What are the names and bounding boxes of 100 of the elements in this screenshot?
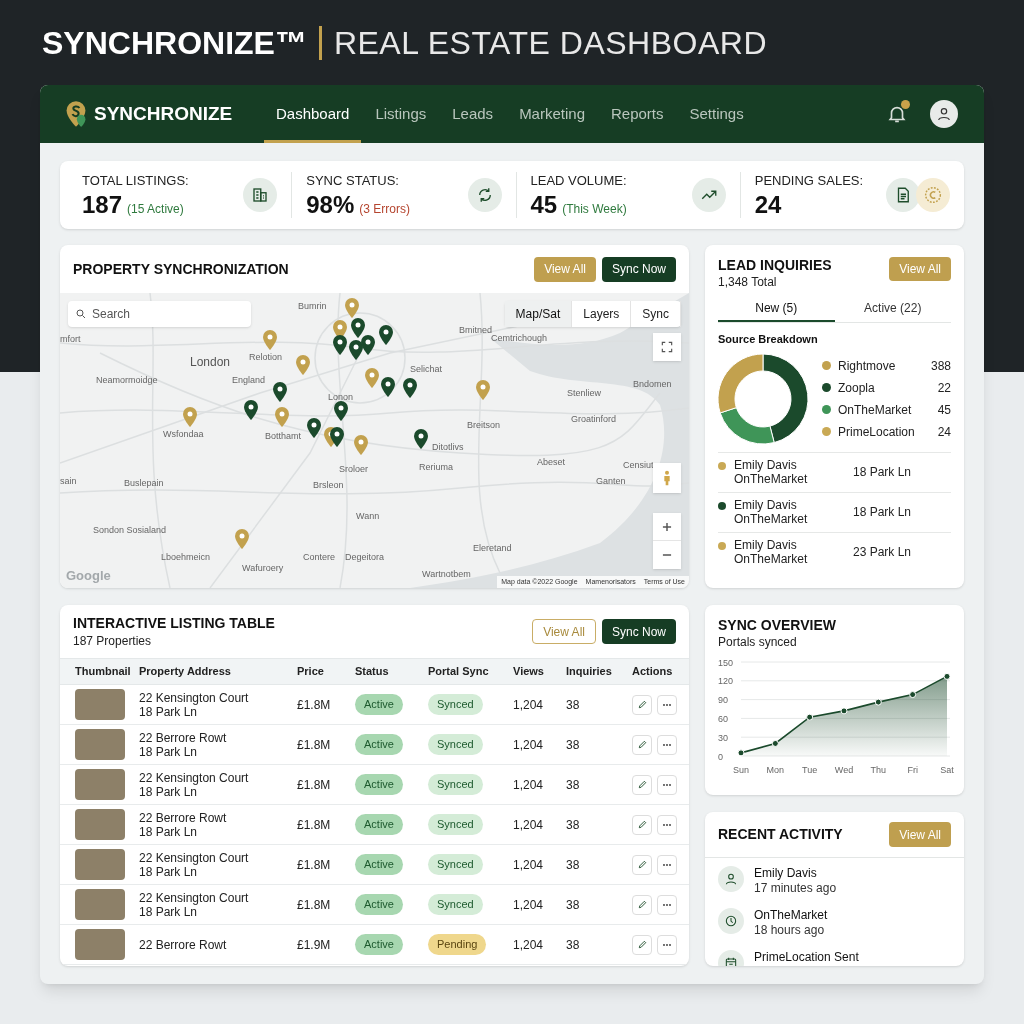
map-view-toggle[interactable]: Sync [631,301,681,327]
legend-label: Zoopla [838,379,876,397]
column-header: Views [513,664,545,680]
price: £1.8M [297,816,332,834]
card-title: SYNC OVERVIEW [718,617,837,633]
sync-chip: Synced [428,894,483,915]
more-button[interactable] [657,694,677,715]
more-button[interactable] [657,934,677,955]
map-pin[interactable] [307,418,321,438]
map-pin[interactable] [403,378,417,398]
lead-address: 18 Park Ln [853,464,912,481]
axis-tick: 60 [718,713,728,724]
photo-placeholder [75,929,125,960]
inquiries-count: 38 [566,936,581,954]
nav-tab[interactable]: Reports [599,85,676,143]
sync-now-button[interactable]: Sync Now [601,619,676,644]
status-chip: Active [355,894,403,915]
axis-tick: Fri [907,765,918,775]
place-label: England [232,376,266,385]
map-view-toggle[interactable]: Map/Sat [504,301,573,327]
pencil-icon [636,699,648,710]
pencil-icon [636,859,648,870]
axis-tick: Tue [802,765,818,775]
edit-button[interactable] [632,814,652,835]
card-title: LEAD INQUIRIES [718,257,832,273]
trend-up-icon [691,178,726,212]
avatar[interactable] [930,100,958,128]
edit-button[interactable] [632,734,652,755]
activity-title: OnTheMarket [754,908,828,923]
edit-button[interactable] [632,894,652,915]
nav-tab[interactable]: Marketing [507,85,597,143]
status-chip: Active [355,774,403,795]
place-label: Wartnotbem [422,570,471,579]
place-label: Brsleon [313,481,344,490]
price: £1.8M [297,856,332,874]
lead-tab[interactable]: Active (22) [834,296,951,322]
stat-value: 187 [82,190,123,219]
map-pin[interactable] [349,340,363,360]
card-subtitle: 1,348 Total [718,274,778,291]
edit-button[interactable] [632,694,652,715]
map-pin[interactable] [414,429,428,449]
stat-value: 45 [530,190,558,219]
more-button[interactable] [657,894,677,915]
map-pin[interactable] [379,325,393,345]
map-pin[interactable] [330,427,344,447]
column-header: Price [297,664,325,680]
nav-tab[interactable]: Settings [677,85,756,143]
card-title: PROPERTY SYNCHRONIZATION [73,259,289,279]
lead-name: Emily Davis [734,538,798,552]
axis-tick: 120 [718,676,734,687]
map-pin[interactable] [244,400,258,420]
map-pin[interactable] [381,377,395,397]
document-icon [886,178,920,212]
price: £1.8M [297,736,332,754]
search-field[interactable]: Search [68,301,251,327]
more-button[interactable] [657,814,677,835]
edit-button[interactable] [632,934,652,955]
map-pin[interactable] [361,335,375,355]
legend-value: 24 [937,423,951,441]
sync-now-button[interactable]: Sync Now [601,256,676,282]
views-count: 1,204 [513,856,545,874]
place-label: Cemtrichough [491,334,548,343]
more-button[interactable] [657,774,677,795]
pencil-icon [636,899,648,910]
property-address: 18 Park Ln [139,784,198,799]
place-label: Neamormoidge [96,376,158,385]
nav-tab[interactable]: Dashboard [264,85,362,143]
place-label: Sondon Sosialand [93,526,167,535]
property-address: 22 Kensington Court [139,690,250,705]
map-pin[interactable] [273,382,287,402]
edit-button[interactable] [632,854,652,875]
map-pin[interactable] [334,401,348,421]
map-pin[interactable] [333,335,347,355]
axis-tick: 30 [718,732,728,743]
fullscreen-button[interactable] [653,333,681,361]
card-title: RECENT ACTIVITY [718,825,843,844]
nav-tab[interactable]: Leads [440,85,506,143]
pencil-icon [636,819,648,830]
map-pin[interactable] [351,318,365,338]
property-address: 22 Kensington Court [139,890,250,905]
place-label: sain [60,477,77,486]
inquiries-count: 38 [566,696,581,714]
card-title: INTERACTIVE LISTING TABLE [73,613,275,632]
more-button[interactable] [657,854,677,875]
column-header: Actions [632,664,674,680]
sync-chip: Synced [428,814,483,835]
edit-button[interactable] [632,774,652,795]
activity-time: 17 minutes ago [754,881,837,896]
pencil-icon [636,779,648,790]
column-header: Thumbnail [75,664,132,680]
lead-tab[interactable]: New (5) [718,296,835,322]
views-count: 1,204 [513,896,545,914]
property-address: 18 Park Ln [139,704,198,719]
view-all-button[interactable]: View All [532,619,596,644]
nav-tab[interactable]: Listings [363,85,439,143]
clock-icon [718,908,744,934]
place-label: Contere [303,553,336,562]
map-logo: Google [66,566,111,585]
map-view-toggle[interactable]: Layers [572,301,632,327]
more-button[interactable] [657,734,677,755]
